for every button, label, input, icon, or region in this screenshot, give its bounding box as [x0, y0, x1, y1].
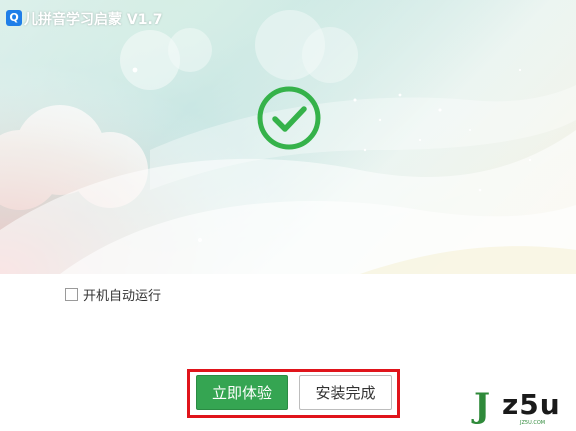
window-title: 儿拼音学习启蒙 V1.7: [24, 12, 163, 28]
autorun-label: 开机自动运行: [83, 288, 162, 304]
hero-banner: Q 儿拼音学习启蒙 V1.7: [0, 0, 576, 274]
title-bar: Q 儿拼音学习启蒙 V1.7: [0, 0, 576, 32]
check-circle-icon: [257, 86, 321, 150]
app-logo-icon: Q: [6, 10, 22, 26]
install-complete-button[interactable]: 安装完成: [299, 375, 392, 410]
try-now-button[interactable]: 立即体验: [196, 375, 288, 410]
autorun-option[interactable]: 开机自动运行: [65, 285, 162, 304]
autorun-checkbox[interactable]: [65, 287, 78, 301]
watermark-leaf-j: J: [474, 386, 491, 426]
site-watermark-logo: J z5u JZ5U.COM: [474, 386, 574, 430]
watermark-text: z5u: [502, 388, 561, 421]
watermark-subtext: JZ5U.COM: [520, 420, 546, 426]
